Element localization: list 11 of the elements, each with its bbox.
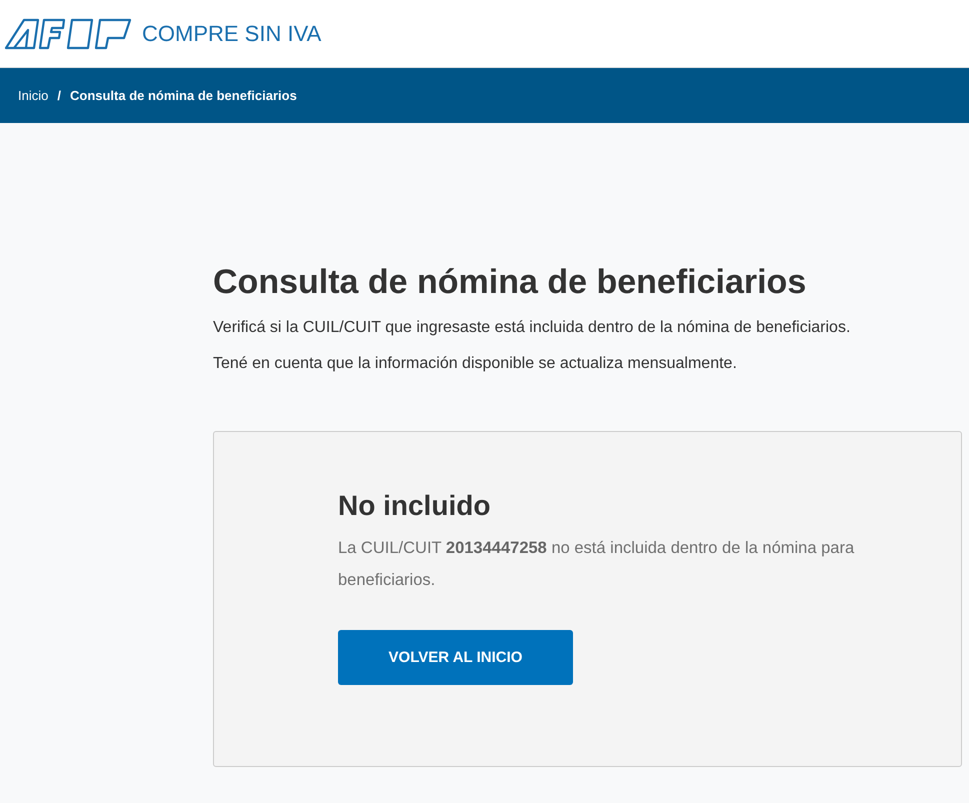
current-page-label: Consulta de nómina de beneficiarios [70,88,297,103]
back-home-button[interactable]: VOLVER AL INICIO [338,630,573,685]
site-title: COMPRE SIN IVA [142,20,322,46]
page-title: Consulta de nómina de beneficiarios [213,263,808,302]
breadcrumb-link[interactable]: Inicio [18,88,48,103]
logo-icon [4,18,132,50]
intro-text: Verificá si la CUIL/CUIT que ingresaste está incluida dentro de la nómina de beneficiarios. [213,318,852,338]
result-title: No incluido [338,490,492,522]
result-message: La CUIL/CUIT 20134447258 no está incluida dentro de la nómina para beneficiarios. [338,538,856,591]
intro-text: Tené en cuenta que la información disponible se actualiza mensualmente. [213,354,738,374]
breadcrumb-separator: / [57,88,61,103]
